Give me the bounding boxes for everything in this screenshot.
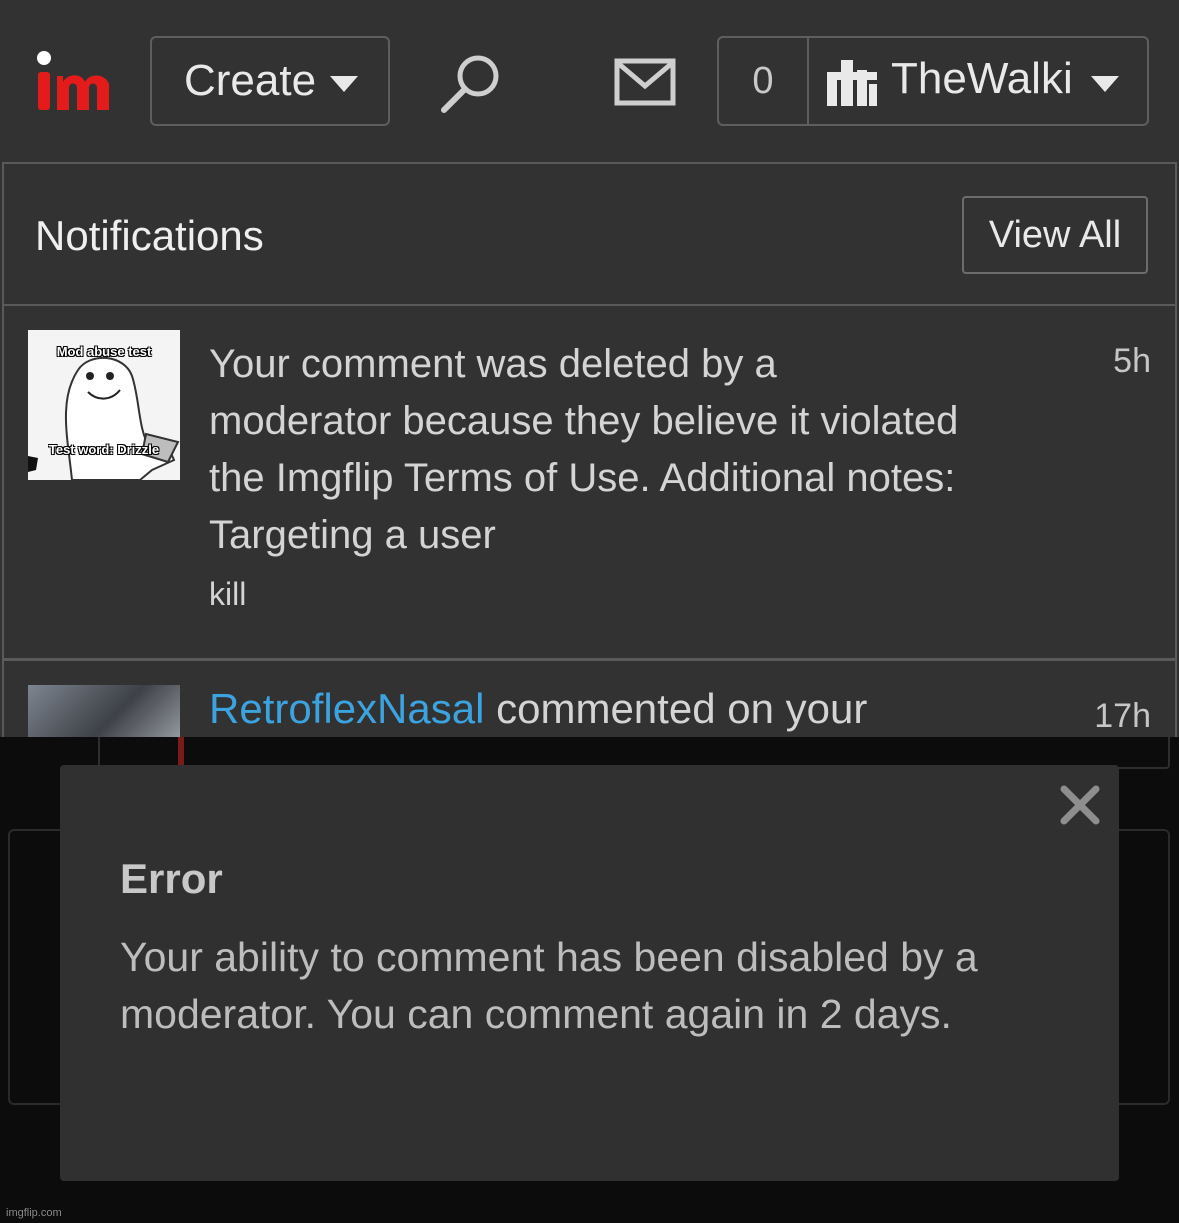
error-dialog: Error Your ability to comment has been d… <box>60 765 1119 1181</box>
notification-time: 17h <box>1094 697 1151 735</box>
user-avatar[interactable] <box>28 685 180 737</box>
notification-item[interactable]: Mod abuse test Test word: Drizzle Your c… <box>4 306 1175 661</box>
user-stats-icon <box>827 60 877 106</box>
meme-thumbnail[interactable]: Mod abuse test Test word: Drizzle <box>28 330 180 480</box>
thumbnail-caption-bottom: Test word: Drizzle <box>48 442 160 457</box>
close-icon[interactable] <box>1058 783 1102 827</box>
notification-item[interactable]: RetroflexNasal commented on your 17h <box>4 661 1175 737</box>
thumbnail-caption-top: Mod abuse test <box>56 344 152 359</box>
comment-action-text: commented on your <box>484 685 868 732</box>
chevron-down-icon <box>1091 76 1119 92</box>
search-icon[interactable] <box>440 52 504 116</box>
create-button[interactable]: Create <box>150 36 390 126</box>
notification-text: Your comment was deleted by a moderator … <box>209 342 959 557</box>
notifications-panel: Notifications View All Mod abuse test Te… <box>2 162 1177 737</box>
top-screenshot: Create 0 TheWalki Notifications View All… <box>0 0 1179 737</box>
chevron-down-icon <box>330 76 358 92</box>
mail-icon[interactable] <box>614 58 676 106</box>
imgflip-logo[interactable] <box>33 42 123 118</box>
notification-time: 5h <box>1113 342 1151 380</box>
error-message: Your ability to comment has been disable… <box>120 934 978 1037</box>
create-label: Create <box>184 56 317 105</box>
notification-count[interactable]: 0 <box>719 38 809 124</box>
notifications-title: Notifications <box>35 212 264 259</box>
notification-text: RetroflexNasal commented on your <box>209 685 867 733</box>
navbar: Create 0 TheWalki <box>0 0 1179 162</box>
notifications-header: Notifications View All <box>4 164 1175 306</box>
background-accent-bar <box>178 737 184 765</box>
username: TheWalki <box>891 54 1073 103</box>
commenter-link[interactable]: RetroflexNasal <box>209 685 484 732</box>
error-title: Error <box>120 855 223 902</box>
bottom-screenshot: Error Your ability to comment has been d… <box>0 737 1179 1223</box>
notification-note: kill <box>209 576 247 612</box>
view-all-button[interactable]: View All <box>962 196 1148 274</box>
watermark: imgflip.com <box>6 1207 62 1219</box>
user-menu[interactable]: 0 TheWalki <box>717 36 1149 126</box>
